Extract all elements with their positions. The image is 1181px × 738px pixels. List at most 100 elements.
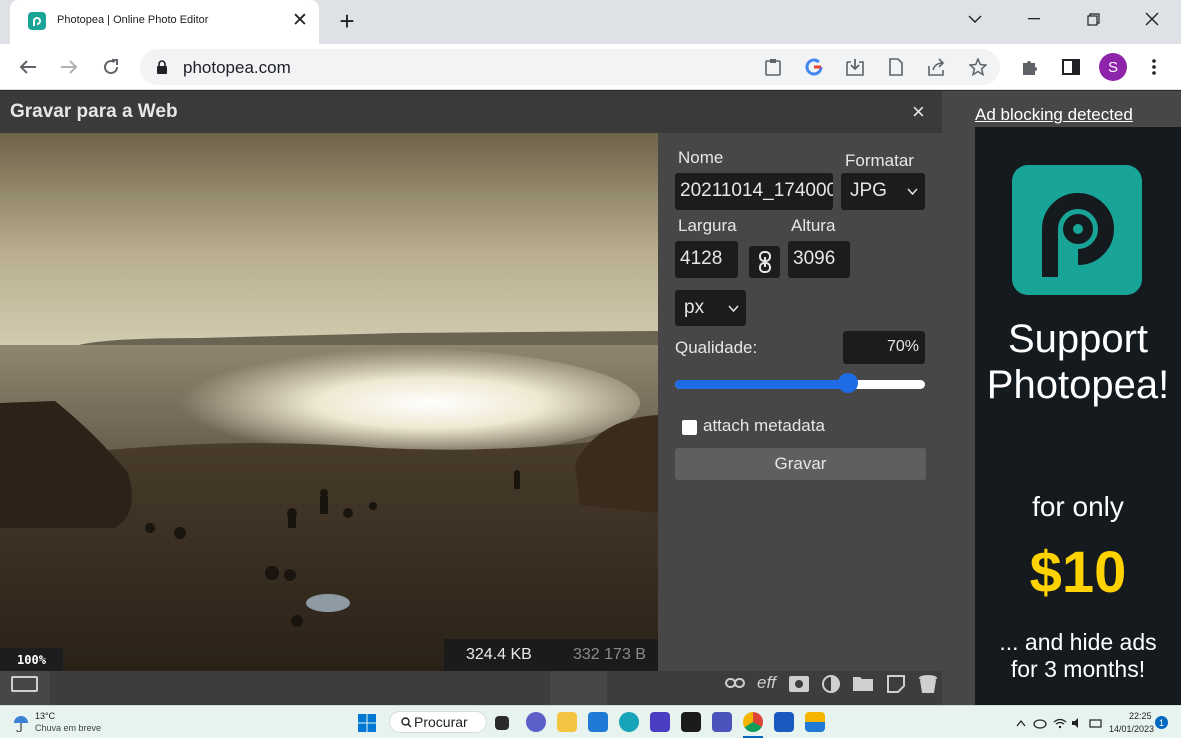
bottom-panel [50,671,550,705]
adjustment-layer-icon[interactable] [821,674,841,694]
search-icon [401,717,412,728]
quality-input[interactable]: 70% [843,331,925,364]
format-label: Formatar [845,151,914,170]
quality-slider-fill [675,380,848,389]
bottom-toolbar: eff [0,671,942,705]
ad-blocking-link[interactable]: Ad blocking detected [975,105,1133,125]
tab-title: Photopea | Online Photo Editor [57,14,209,26]
trash-icon[interactable] [918,674,938,694]
lock-icon[interactable] [157,60,167,74]
file-explorer-icon[interactable] [557,712,577,732]
clock-date[interactable]: 14/01/2023 [1109,724,1154,734]
height-label: Altura [791,216,836,235]
weather-description[interactable]: Chuva em breve [35,723,101,733]
microsoft-store-icon[interactable] [588,712,608,732]
side-panel-icon[interactable] [1057,53,1085,81]
ad-line-hide-ads: ... and hide ads [999,629,1157,655]
save-button[interactable]: Gravar [675,448,926,480]
reload-icon[interactable] [96,52,126,82]
share-icon[interactable] [923,53,951,81]
width-label: Largura [678,216,737,235]
chrome-menu-icon[interactable] [1140,53,1168,81]
task-view-icon[interactable] [495,716,509,730]
zoom-level: 100% [0,648,63,671]
tab-search-icon[interactable] [952,4,998,34]
editor-app-icon[interactable] [650,712,670,732]
notification-badge[interactable]: 1 [1155,716,1168,729]
word-icon[interactable] [774,712,794,732]
restore-button[interactable] [1070,4,1116,34]
photopea-logo-icon [1012,165,1142,295]
bookmark-star-icon[interactable] [964,53,992,81]
quality-label: Qualidade: [675,338,758,357]
google-translate-icon[interactable] [800,53,828,81]
width-input-value: 4128 [680,248,723,269]
ad-line-three-months: for 3 months! [1010,656,1146,682]
weather-temperature[interactable]: 13°C [35,711,55,721]
weather-rain-icon[interactable] [12,714,30,732]
new-layer-icon[interactable] [886,674,906,694]
forward-arrow-icon[interactable] [54,52,84,82]
unit-select-value: px [684,297,705,318]
attach-metadata-checkbox[interactable] [682,420,697,435]
browser-tab-strip: Photopea | Online Photo Editor ✕ + [0,0,1181,44]
dialog-titlebar: Gravar para a Web × [0,91,942,133]
photopea-favicon-icon [28,12,46,30]
name-label: Nome [678,148,724,167]
clock-time[interactable]: 22:25 [1129,711,1152,721]
width-input[interactable]: 4128 [675,241,738,278]
photopea-workspace: Gravar para a Web × 100% 324.4 KB 332 17… [0,91,1181,705]
new-tab-button[interactable]: + [334,8,360,34]
taskbar-search[interactable]: Procurar [389,711,487,733]
quality-slider-track[interactable] [675,380,925,389]
document-icon[interactable] [882,53,910,81]
support-photopea-ad[interactable]: Support Photopea! for only $10 ... and h… [975,127,1181,705]
export-settings-panel: Nome Formatar 20211014_174000 JPG Largur… [658,133,942,671]
image-preview[interactable] [0,133,658,671]
browser-toolbar: photopea.com S [0,44,1181,90]
file-size-kb: 324.4 KB [466,646,532,663]
chevron-down-icon [728,305,739,312]
taskbar-search-label: Procurar [414,714,468,730]
name-input[interactable]: 20211014_174000 [675,173,833,210]
profile-avatar[interactable]: S [1099,53,1127,81]
chevron-down-icon [907,188,918,195]
beach-sunset-photo [0,133,658,671]
mask-icon[interactable] [789,676,809,692]
attach-metadata-label[interactable]: attach metadata [703,416,825,436]
ad-price: $10 [1029,540,1127,605]
clipboard-icon[interactable] [759,53,787,81]
install-app-icon[interactable] [841,53,869,81]
dialog-close-icon[interactable]: × [912,99,925,125]
teams-icon[interactable] [712,712,732,732]
effects-icon[interactable]: eff [757,673,776,693]
link-dimensions-button[interactable] [749,246,780,278]
system-tray-icons[interactable] [1016,717,1116,729]
window-close-button[interactable] [1129,4,1175,34]
minimize-button[interactable] [1011,4,1057,34]
tab-close-icon[interactable]: ✕ [288,8,312,32]
folder-icon[interactable] [853,675,873,691]
format-select[interactable]: JPG [841,173,925,210]
chrome-icon[interactable] [743,712,763,732]
edge-icon[interactable] [619,712,639,732]
keyboard-icon[interactable] [11,676,38,692]
height-input-value: 3096 [793,248,836,269]
link-layers-icon[interactable] [725,676,745,690]
url-text[interactable]: photopea.com [183,58,291,78]
file-size-bytes: 332 173 B [573,646,646,663]
file-size-bar: 324.4 KB 332 173 B [444,639,658,671]
teams-chat-icon[interactable] [526,712,546,732]
name-input-value: 20211014_174000 [680,180,833,201]
media-app-icon[interactable] [681,712,701,732]
browser-tab[interactable]: Photopea | Online Photo Editor ✕ [10,0,319,44]
photos-icon[interactable] [805,712,825,732]
quality-slider-thumb[interactable] [837,373,858,393]
unit-select[interactable]: px [675,290,746,326]
address-bar[interactable]: photopea.com [140,49,1000,85]
dialog-title: Gravar para a Web [10,101,178,122]
extensions-puzzle-icon[interactable] [1016,53,1044,81]
height-input[interactable]: 3096 [788,241,850,278]
back-arrow-icon[interactable] [13,52,43,82]
windows-start-icon[interactable] [358,714,376,732]
